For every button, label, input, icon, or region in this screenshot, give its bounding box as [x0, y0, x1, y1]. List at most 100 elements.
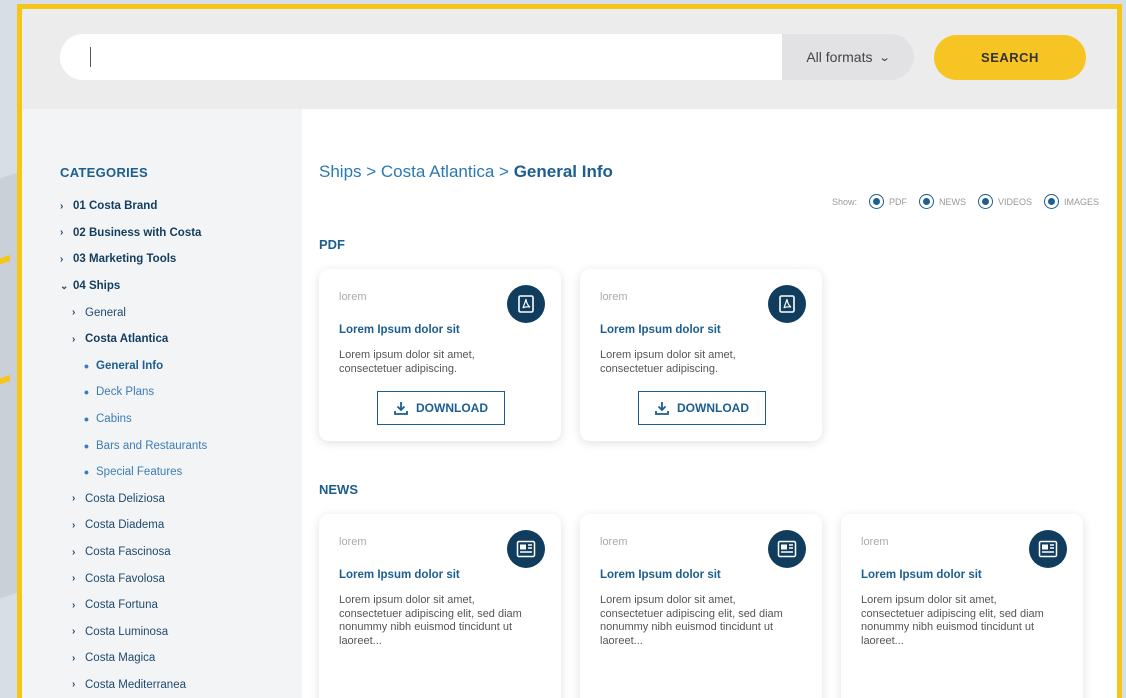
sidebar-item-label: Costa Mediterranea	[85, 678, 186, 691]
sidebar-item[interactable]: › Costa Luminosa	[60, 619, 207, 646]
card-title[interactable]: Lorem Ipsum dolor sit	[861, 569, 982, 581]
newspaper-icon	[768, 530, 806, 568]
card-description: Lorem ipsum dolor sit amet, consectetuer…	[339, 594, 522, 647]
sidebar-item[interactable]: › Costa Atlantica	[60, 326, 207, 353]
card-kicker: lorem	[600, 536, 628, 548]
sidebar-item[interactable]: • General Info	[60, 353, 207, 380]
news-section-title: NEWS	[319, 482, 358, 497]
bullet-icon: •	[84, 357, 89, 374]
pdf-section-title: PDF	[319, 237, 345, 252]
sidebar-item[interactable]: › Costa Mediterranea	[60, 672, 207, 698]
breadcrumb-separator: >	[494, 162, 514, 181]
filter-videos[interactable]: VIDEOS	[977, 194, 1032, 209]
sidebar-item[interactable]: • Special Features	[60, 459, 207, 486]
card-description: Lorem ipsum dolor sit amet, consectetuer…	[600, 594, 783, 647]
chevron-right-icon: ›	[72, 626, 76, 638]
card-kicker: lorem	[339, 291, 367, 303]
sidebar-item-label: 04 Ships	[73, 280, 121, 293]
sidebar-item-label: Costa Diadema	[85, 519, 165, 532]
download-button-label: DOWNLOAD	[677, 401, 749, 415]
format-dropdown[interactable]: All formats ⌄	[782, 34, 914, 80]
sidebar-item[interactable]: • Deck Plans	[60, 379, 207, 406]
sidebar-item-label: General	[85, 306, 126, 319]
sidebar-item-label: Costa Fortuna	[85, 599, 158, 612]
chevron-right-icon: ›	[60, 253, 64, 265]
download-button[interactable]: DOWNLOAD	[638, 391, 766, 425]
card-title[interactable]: Lorem Ipsum dolor sit	[600, 569, 721, 581]
chevron-right-icon: ›	[72, 333, 76, 345]
filter-news[interactable]: NEWS	[918, 194, 966, 209]
background-strip	[0, 375, 10, 395]
news-card: lorem Lorem Ipsum dolor sit Lorem ipsum …	[841, 514, 1083, 698]
sidebar-item[interactable]: › Costa Fascinosa	[60, 539, 207, 566]
bullet-icon: •	[84, 437, 89, 454]
filter-videos-label: VIDEOS	[997, 196, 1032, 207]
sidebar-item[interactable]: › 02 Business with Costa	[60, 220, 207, 247]
chevron-right-icon: ›	[72, 519, 76, 531]
sidebar-item[interactable]: • Bars and Restaurants	[60, 432, 207, 459]
sidebar-item[interactable]: › General	[60, 299, 207, 326]
download-icon	[655, 402, 669, 415]
filter-images[interactable]: IMAGES	[1043, 194, 1099, 209]
filter-pdf[interactable]: PDF	[868, 194, 907, 209]
sidebar-item[interactable]: › Costa Diadema	[60, 512, 207, 539]
content-filters: Show: PDF NEWS VIDEOS IMAGES	[832, 194, 1099, 209]
sidebar-item[interactable]: › Costa Magica	[60, 645, 207, 672]
news-card: lorem Lorem Ipsum dolor sit Lorem ipsum …	[580, 514, 822, 698]
card-title[interactable]: Lorem Ipsum dolor sit	[600, 324, 721, 336]
radio-pdf[interactable]	[868, 194, 884, 209]
radio-news[interactable]	[918, 194, 934, 209]
sidebar-item[interactable]: › Costa Favolosa	[60, 565, 207, 592]
category-tree: › 01 Costa Brand › 02 Business with Costa › 0…	[60, 193, 207, 698]
text-caret	[90, 47, 91, 67]
sidebar-item[interactable]: ⌄ 04 Ships	[60, 273, 207, 300]
chevron-right-icon: ›	[60, 200, 64, 212]
sidebar-item-label: Costa Deliziosa	[85, 492, 165, 505]
chevron-down-icon: ⌄	[60, 280, 69, 292]
card-title[interactable]: Lorem Ipsum dolor sit	[339, 324, 460, 336]
download-button[interactable]: DOWNLOAD	[377, 391, 505, 425]
top-bar: All formats ⌄ SEARCH	[22, 9, 1117, 109]
download-button-label: DOWNLOAD	[416, 401, 488, 415]
breadcrumb: Ships > Costa Atlantica > General Info	[319, 162, 613, 182]
sidebar: CATEGORIES › 01 Costa Brand › 02 Business w…	[22, 109, 302, 698]
sidebar-item[interactable]: › Costa Deliziosa	[60, 486, 207, 513]
chevron-right-icon: ›	[60, 227, 64, 239]
sidebar-item[interactable]: › 03 Marketing Tools	[60, 246, 207, 273]
search-input[interactable]	[60, 34, 782, 80]
chevron-right-icon: ›	[72, 573, 76, 585]
radio-videos[interactable]	[977, 194, 993, 209]
download-icon	[394, 402, 408, 415]
card-description: Lorem ipsum dolor sit amet, consectetuer…	[339, 349, 475, 375]
newspaper-icon	[507, 530, 545, 568]
filter-news-label: NEWS	[938, 196, 966, 207]
sidebar-item-label: Costa Magica	[85, 652, 156, 665]
sidebar-item[interactable]: › Costa Fortuna	[60, 592, 207, 619]
bullet-icon: •	[84, 464, 89, 481]
sidebar-item-label: 03 Marketing Tools	[73, 253, 177, 266]
app-frame: All formats ⌄ SEARCH CATEGORIES › 01 Cost…	[17, 4, 1122, 698]
radio-images[interactable]	[1043, 194, 1059, 209]
chevron-right-icon: ›	[72, 652, 76, 664]
chevron-down-icon: ⌄	[879, 51, 892, 64]
card-description: Lorem ipsum dolor sit amet, consectetuer…	[600, 349, 736, 375]
chevron-right-icon: ›	[72, 599, 76, 611]
card-description: Lorem ipsum dolor sit amet, consectetuer…	[861, 594, 1044, 647]
card-kicker: lorem	[600, 291, 628, 303]
background-strip	[0, 255, 10, 275]
chevron-right-icon: ›	[72, 546, 76, 558]
card-title[interactable]: Lorem Ipsum dolor sit	[339, 569, 460, 581]
pdf-card: lorem Lorem Ipsum dolor sit Lorem ipsum …	[580, 269, 822, 441]
sidebar-item[interactable]: • Cabins	[60, 406, 207, 433]
filter-images-label: IMAGES	[1063, 196, 1099, 207]
search-button[interactable]: SEARCH	[934, 35, 1086, 80]
format-dropdown-label: All formats	[806, 49, 873, 65]
search-bar: All formats ⌄	[60, 34, 914, 80]
breadcrumb-ships[interactable]: Ships	[319, 162, 362, 181]
bullet-icon: •	[84, 384, 89, 401]
breadcrumb-costa-atlantica[interactable]: Costa Atlantica	[381, 162, 494, 181]
bullet-icon: •	[84, 411, 89, 428]
sidebar-item[interactable]: › 01 Costa Brand	[60, 193, 207, 220]
pdf-icon	[768, 285, 806, 323]
sidebar-item-label: Costa Atlantica	[85, 333, 169, 346]
